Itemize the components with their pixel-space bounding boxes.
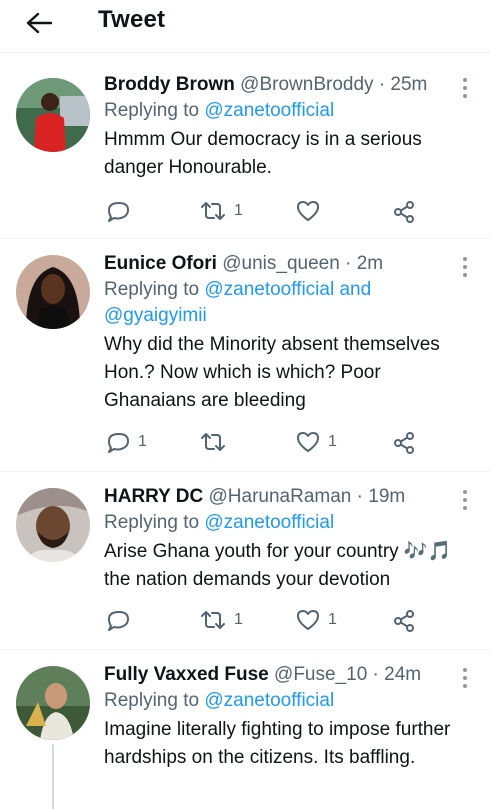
- tweet[interactable]: Broddy Brown @BrownBroddy · 25m Replying…: [0, 60, 490, 239]
- avatar[interactable]: [16, 255, 90, 329]
- reply-count: 1: [138, 433, 147, 450]
- replying-to-label: Replying to: [104, 279, 200, 300]
- like-count: 1: [328, 433, 337, 450]
- replying-to: Replying to @zanetoofficial: [104, 510, 474, 536]
- tweet-body: Broddy Brown @BrownBroddy · 25m Replying…: [104, 72, 474, 182]
- share-icon: [394, 201, 414, 223]
- like-button[interactable]: 1: [296, 431, 337, 453]
- retweet-button[interactable]: 1: [200, 200, 243, 222]
- separator-dot: ·: [378, 74, 386, 95]
- timestamp[interactable]: 19m: [368, 486, 405, 507]
- retweet-button[interactable]: 1: [200, 609, 243, 631]
- tweet[interactable]: Fully Vaxxed Fuse @Fuse_10 · 24m Replyin…: [0, 650, 490, 809]
- tweet-header: HARRY DC @HarunaRaman · 19m: [104, 484, 474, 510]
- heart-icon: [297, 432, 319, 452]
- page-title: Tweet: [98, 6, 166, 33]
- display-name[interactable]: HARRY DC: [104, 486, 203, 507]
- timestamp[interactable]: 25m: [390, 74, 427, 95]
- retweet-count: 1: [234, 202, 243, 219]
- tweet-header: Eunice Ofori @unis_queen · 2m: [104, 251, 474, 277]
- tweet-body: HARRY DC @HarunaRaman · 19m Replying to …: [104, 484, 474, 594]
- heart-icon: [297, 201, 319, 221]
- avatar[interactable]: [16, 488, 90, 562]
- share-button[interactable]: [392, 200, 416, 224]
- display-name[interactable]: Eunice Ofori: [104, 253, 217, 274]
- share-button[interactable]: [392, 431, 416, 455]
- like-button[interactable]: 1: [296, 609, 337, 631]
- timestamp[interactable]: 24m: [384, 664, 421, 685]
- replying-to-label: Replying to: [104, 100, 200, 121]
- replying-to-label: Replying to: [104, 512, 200, 533]
- display-name[interactable]: Broddy Brown: [104, 74, 235, 95]
- share-icon: [394, 432, 414, 454]
- mention-link[interactable]: @zanetoofficial: [204, 512, 334, 533]
- top-bar: Tweet: [0, 0, 490, 53]
- like-count: 1: [328, 611, 337, 628]
- avatar[interactable]: [16, 666, 90, 740]
- mention-link[interactable]: @zanetoofficial: [204, 100, 334, 121]
- tweet-body: Eunice Ofori @unis_queen · 2m Replying t…: [104, 251, 474, 415]
- separator-dot: ·: [372, 664, 379, 685]
- tweet[interactable]: Eunice Ofori @unis_queen · 2m Replying t…: [0, 239, 490, 472]
- tweet-text: Why did the Minority absent themselves H…: [104, 334, 440, 411]
- separator-dot: ·: [345, 253, 352, 274]
- retweet-count: 1: [234, 611, 243, 628]
- tweet[interactable]: HARRY DC @HarunaRaman · 19m Replying to …: [0, 472, 490, 650]
- more-options-icon[interactable]: [462, 668, 468, 692]
- like-button[interactable]: [296, 200, 328, 222]
- replying-to: Replying to @zanetoofficial and @gyaigyi…: [104, 277, 474, 329]
- tweet-body: Fully Vaxxed Fuse @Fuse_10 · 24m Replyin…: [104, 662, 474, 772]
- reply-icon: [108, 202, 129, 222]
- tweet-header: Broddy Brown @BrownBroddy · 25m: [104, 72, 474, 98]
- back-arrow-icon[interactable]: [24, 8, 54, 38]
- timestamp[interactable]: 2m: [357, 253, 383, 274]
- separator-dot: ·: [356, 486, 363, 507]
- tweet-text: Arise Ghana youth for your country 🎶🎵 th…: [104, 541, 452, 590]
- reply-button[interactable]: [106, 200, 138, 222]
- retweet-icon: [201, 611, 225, 629]
- retweet-icon: [201, 433, 225, 451]
- tweet-actions: 1: [104, 200, 434, 226]
- user-handle[interactable]: @BrownBroddy: [240, 74, 373, 95]
- heart-icon: [297, 610, 319, 630]
- user-handle[interactable]: @Fuse_10: [274, 664, 367, 685]
- tweet-text: Imagine literally fighting to impose fur…: [104, 719, 451, 768]
- tweet-actions: 1 1: [104, 609, 434, 635]
- reply-button[interactable]: 1: [106, 431, 147, 453]
- replying-to-label: Replying to: [104, 690, 200, 711]
- display-name[interactable]: Fully Vaxxed Fuse: [104, 664, 269, 685]
- retweet-icon: [201, 202, 225, 220]
- thread-connector-line: [52, 744, 54, 809]
- user-handle[interactable]: @HarunaRaman: [209, 486, 352, 507]
- more-options-icon[interactable]: [462, 257, 468, 281]
- tweet-header: Fully Vaxxed Fuse @Fuse_10 · 24m: [104, 662, 474, 688]
- share-icon: [394, 610, 414, 632]
- tweet-text: Hmmm Our democracy is in a serious dange…: [104, 129, 422, 178]
- retweet-button[interactable]: [200, 431, 234, 453]
- reply-icon: [108, 611, 129, 631]
- reply-icon: [108, 433, 129, 453]
- more-options-icon[interactable]: [462, 490, 468, 514]
- avatar[interactable]: [16, 78, 90, 152]
- tweet-actions: 1 1: [104, 431, 434, 457]
- mention-link[interactable]: @zanetoofficial: [204, 690, 334, 711]
- replying-to: Replying to @zanetoofficial: [104, 688, 474, 714]
- reply-button[interactable]: [106, 609, 138, 631]
- more-options-icon[interactable]: [462, 78, 468, 102]
- user-handle[interactable]: @unis_queen: [222, 253, 340, 274]
- share-button[interactable]: [392, 609, 416, 633]
- replying-to: Replying to @zanetoofficial: [104, 98, 474, 124]
